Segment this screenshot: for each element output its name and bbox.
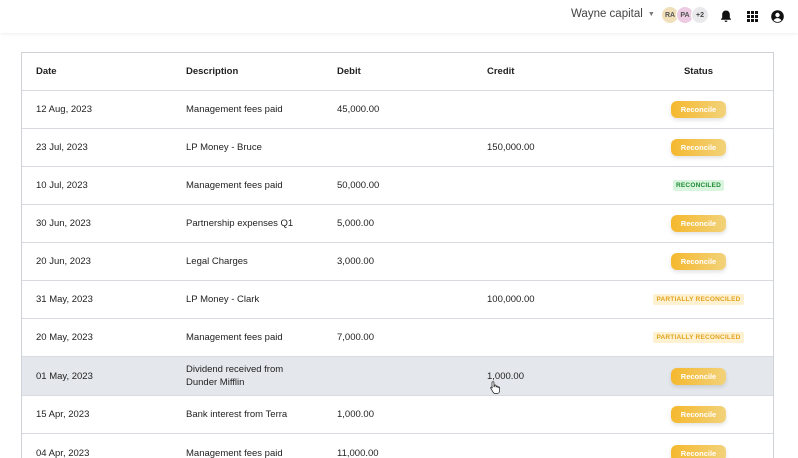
row-credit: 100,000.00 <box>487 294 535 305</box>
chevron-down-icon: ▼ <box>647 10 655 18</box>
row-date: 01 May, 2023 <box>36 370 93 382</box>
row-status: Reconcile <box>642 243 755 280</box>
reconcile-button[interactable]: Reconcile <box>670 139 727 156</box>
table-row[interactable]: 30 Jun, 2023 Partnership expenses Q1 5,0… <box>22 205 773 243</box>
reconcile-button[interactable]: Reconcile <box>670 406 727 423</box>
table-row[interactable]: 15 Apr, 2023 Bank interest from Terra 1,… <box>22 396 773 434</box>
row-description: Management fees paid <box>186 332 283 343</box>
row-date: 20 May, 2023 <box>36 332 93 343</box>
account-icon[interactable] <box>769 8 785 24</box>
top-bar: Wayne capital ▼ RA PA +2 <box>0 0 798 33</box>
row-description: Legal Charges <box>186 256 248 267</box>
row-date: 23 Jul, 2023 <box>36 142 88 153</box>
avatar-more-count[interactable]: +2 <box>691 6 709 24</box>
reconciled-badge: RECONCILED <box>673 180 724 191</box>
row-status: Reconcile <box>642 91 755 128</box>
row-status: Reconcile <box>642 205 755 242</box>
row-status: RECONCILED <box>642 167 755 204</box>
org-name: Wayne capital <box>571 8 643 20</box>
row-status: PARTIALLY RECONCILED <box>642 319 755 356</box>
row-status: Reconcile <box>642 129 755 166</box>
row-description: LP Money - Bruce <box>186 142 262 153</box>
table-row[interactable]: 12 Aug, 2023 Management fees paid 45,000… <box>22 91 773 129</box>
row-debit: 7,000.00 <box>337 332 374 343</box>
row-description: Management fees paid <box>186 104 283 115</box>
row-debit: 3,000.00 <box>337 256 374 267</box>
column-header-date[interactable]: Date <box>36 53 57 90</box>
table-row[interactable]: 01 May, 2023 Dividend received from Dund… <box>22 357 773 396</box>
row-debit: 11,000.00 <box>337 447 379 458</box>
reconcile-button[interactable]: Reconcile <box>670 444 727 458</box>
row-date: 10 Jul, 2023 <box>36 180 88 191</box>
row-date: 20 Jun, 2023 <box>36 256 91 267</box>
row-date: 04 Apr, 2023 <box>36 447 90 458</box>
column-header-credit[interactable]: Credit <box>487 53 514 90</box>
row-date: 30 Jun, 2023 <box>36 218 91 229</box>
column-header-status[interactable]: Status <box>642 53 755 90</box>
row-debit: 1,000.00 <box>337 409 374 420</box>
row-date: 31 May, 2023 <box>36 294 93 305</box>
row-credit: 150,000.00 <box>487 142 535 153</box>
row-description: Bank interest from Terra <box>186 409 288 420</box>
table-row[interactable]: 20 May, 2023 Management fees paid 7,000.… <box>22 319 773 357</box>
row-date: 15 Apr, 2023 <box>36 409 90 420</box>
org-switcher[interactable]: Wayne capital ▼ <box>571 8 655 20</box>
transactions-table: Date Description Debit Credit Status 12 … <box>21 52 774 458</box>
table-row[interactable]: 20 Jun, 2023 Legal Charges 3,000.00 Reco… <box>22 243 773 281</box>
table-row[interactable]: 10 Jul, 2023 Management fees paid 50,000… <box>22 167 773 205</box>
row-description: Management fees paid <box>186 447 283 458</box>
row-description: Partnership expenses Q1 <box>186 218 294 229</box>
table-row[interactable]: 31 May, 2023 LP Money - Clark 100,000.00… <box>22 281 773 319</box>
reconcile-button[interactable]: Reconcile <box>670 101 727 118</box>
row-status: PARTIALLY RECONCILED <box>642 281 755 318</box>
partially-reconciled-badge: PARTIALLY RECONCILED <box>653 332 744 343</box>
hand-pointer-cursor-icon <box>490 381 500 399</box>
row-debit: 5,000.00 <box>337 218 374 229</box>
column-header-description[interactable]: Description <box>186 53 316 90</box>
row-debit: 45,000.00 <box>337 104 380 115</box>
row-date: 12 Aug, 2023 <box>36 104 92 115</box>
row-description: Dividend received from Dunder Mifflin <box>186 364 284 388</box>
reconcile-button[interactable]: Reconcile <box>670 367 727 385</box>
bell-icon[interactable] <box>718 8 734 24</box>
row-description: LP Money - Clark <box>186 294 260 305</box>
column-header-debit[interactable]: Debit <box>337 53 361 90</box>
table-row[interactable]: 04 Apr, 2023 Management fees paid 11,000… <box>22 434 773 458</box>
partially-reconciled-badge: PARTIALLY RECONCILED <box>653 294 744 305</box>
row-status: Reconcile <box>642 357 755 395</box>
row-status: Reconcile <box>642 396 755 433</box>
member-avatars[interactable]: RA PA +2 <box>661 6 709 24</box>
table-header: Date Description Debit Credit Status <box>22 53 773 91</box>
reconcile-button[interactable]: Reconcile <box>670 253 727 270</box>
apps-grid-icon[interactable] <box>744 8 760 24</box>
row-description: Management fees paid <box>186 180 283 191</box>
row-debit: 50,000.00 <box>337 180 380 191</box>
table-row[interactable]: 23 Jul, 2023 LP Money - Bruce 150,000.00… <box>22 129 773 167</box>
reconcile-button[interactable]: Reconcile <box>670 215 727 232</box>
row-status: Reconcile <box>642 434 755 458</box>
